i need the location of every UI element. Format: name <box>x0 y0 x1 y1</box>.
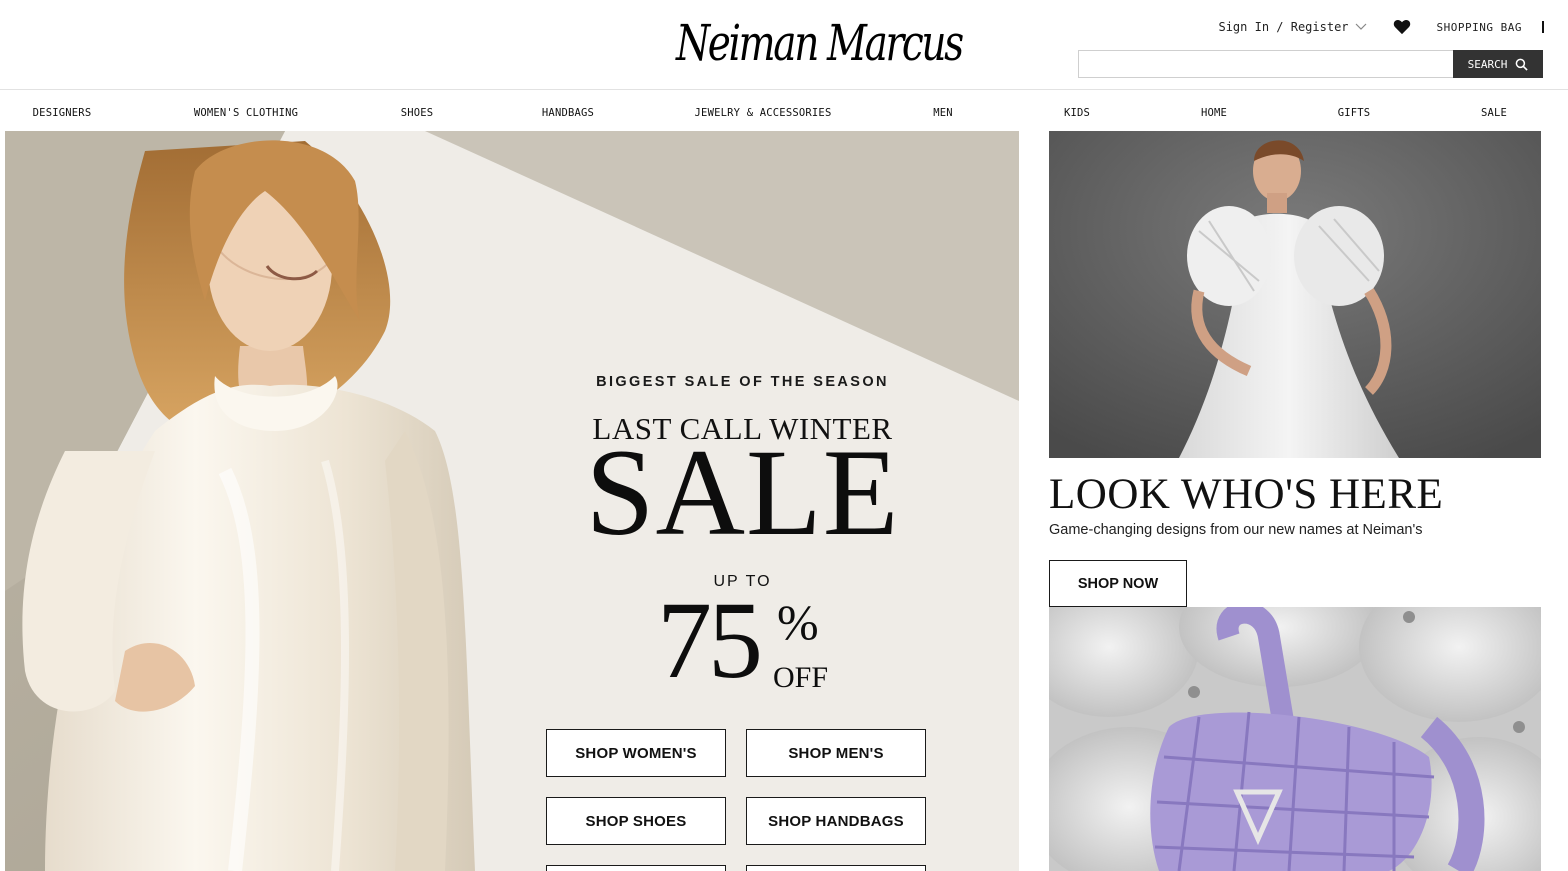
hero-headline-big: SALE <box>585 424 900 561</box>
shop-now-button[interactable]: SHOP NOW <box>1049 560 1187 607</box>
feature-model-image <box>1049 131 1541 458</box>
heart-icon[interactable] <box>1393 19 1411 35</box>
nav-item-men[interactable]: MEN <box>933 107 953 119</box>
shop-handbags-button[interactable]: SHOP HANDBAGS <box>746 797 926 845</box>
shop-mens-button[interactable]: SHOP MEN'S <box>746 729 926 777</box>
main-nav: DESIGNERS WOMEN'S CLOTHING SHOES HANDBAG… <box>0 91 1568 131</box>
hero-off: OFF <box>773 661 829 694</box>
hero-percent-sign: % <box>777 594 819 650</box>
feature-subtitle: Game-changing designs from our new names… <box>1049 522 1423 538</box>
hero-banner[interactable]: BIGGEST SALE OF THE SEASON LAST CALL WIN… <box>5 131 1019 871</box>
hero-eyebrow: BIGGEST SALE OF THE SEASON <box>596 374 889 390</box>
shop-shoes-button[interactable]: SHOP SHOES <box>546 797 726 845</box>
sign-in-register-link[interactable]: Sign In / Register <box>1218 20 1366 34</box>
shopping-bag-link[interactable]: SHOPPING BAG <box>1437 21 1522 34</box>
feature-title: LOOK WHO'S HERE <box>1049 471 1444 518</box>
search-icon <box>1516 58 1529 71</box>
search-input[interactable] <box>1078 50 1453 78</box>
bag-divider <box>1542 21 1544 33</box>
nav-item-gifts[interactable]: GIFTS <box>1338 107 1371 119</box>
search-bar: SEARCH <box>1078 50 1543 78</box>
nav-item-jewelry-accessories[interactable]: JEWELRY & ACCESSORIES <box>695 107 832 119</box>
nav-item-sale[interactable]: SALE <box>1481 107 1507 119</box>
account-bar: Sign In / Register SHOPPING BAG <box>1218 17 1544 37</box>
shop-womens-button[interactable]: SHOP WOMEN'S <box>546 729 726 777</box>
logo[interactable]: Neiman Marcus <box>676 14 964 72</box>
feature-image-handbag[interactable] <box>1049 607 1541 871</box>
sign-in-label: Sign In / Register <box>1218 20 1349 34</box>
hero-percent: 75 <box>657 579 763 701</box>
search-button[interactable]: SEARCH <box>1453 50 1543 78</box>
nav-item-home[interactable]: HOME <box>1201 107 1227 119</box>
feature-image-dress[interactable] <box>1049 131 1541 458</box>
nav-item-shoes[interactable]: SHOES <box>401 107 434 119</box>
nav-item-womens-clothing[interactable]: WOMEN'S CLOTHING <box>194 107 298 119</box>
hero-button-partial[interactable] <box>746 865 926 871</box>
hero-button-partial[interactable] <box>546 865 726 871</box>
handbag-image <box>1049 607 1541 871</box>
chevron-down-icon <box>1355 23 1366 30</box>
search-button-label: SEARCH <box>1467 57 1508 71</box>
nav-item-designers[interactable]: DESIGNERS <box>33 107 92 119</box>
nav-item-handbags[interactable]: HANDBAGS <box>542 107 594 119</box>
site-header: Neiman Marcus Sign In / Register SHOPPIN… <box>0 0 1568 90</box>
nav-item-kids[interactable]: KIDS <box>1064 107 1090 119</box>
